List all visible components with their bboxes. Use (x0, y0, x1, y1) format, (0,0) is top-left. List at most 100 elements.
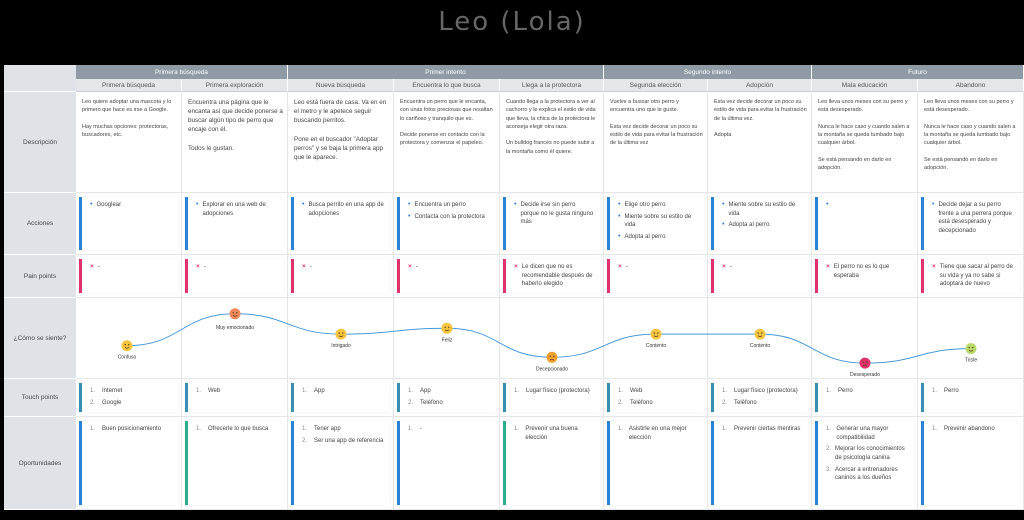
touchpoint-item: 2. Google (90, 399, 173, 408)
touchpoint-text: Google (102, 399, 122, 406)
grid-cell: 1. Generar una mayor compatibilidad 2. Mejo… (812, 417, 918, 510)
item-number: 3. (826, 466, 832, 473)
emoji-face-icon (229, 308, 241, 320)
pain-note: × - (185, 259, 284, 293)
close-icon: × (90, 263, 94, 270)
action-item: • Miente sobre su estilo de vida (618, 213, 699, 230)
grid-cell: × - (394, 255, 500, 298)
pain-item: × - (302, 263, 385, 272)
action-item: • Busca perrito en una app de adopciones (302, 201, 385, 218)
grid-cell: • Decide irse sin perro porque no le gust… (500, 193, 604, 255)
action-text: Encuentra un perro (414, 202, 466, 208)
opportunity-text: Tener app (314, 426, 341, 432)
emoji-face-icon (121, 340, 133, 352)
step-header: Encuentra lo que busca (394, 79, 500, 92)
opportunity-item: 1. Prevenir abandono (932, 425, 1015, 434)
pain-item: × Tiene que sacar al perro de su vida y y… (932, 263, 1015, 289)
opportunity-item: 3. Acercar a entrenadores caninos a los d… (826, 466, 909, 483)
touchpoint-note: 1. Web 2. Teléfono (607, 383, 704, 412)
bullet-icon: • (618, 212, 621, 220)
journey-map-board: Primera búsqueda Primer intento Segundo in… (4, 65, 1024, 510)
description-text: Encuentra una página que le encanta así … (188, 99, 283, 152)
row-label: ¿Cómo se siente? (4, 298, 76, 379)
bullet-icon: • (196, 201, 199, 208)
touchpoint-item: 2. Teléfono (408, 399, 491, 408)
emoji-face-icon (965, 343, 977, 355)
touchpoint-item: 2. Teléfono (618, 399, 699, 408)
pain-item: × - (618, 263, 699, 272)
touchpoint-note: 1. Web (185, 383, 284, 412)
item-number: 1. (90, 426, 96, 432)
opportunity-note: 1. Prevenir una buena elección (503, 421, 600, 505)
close-icon: × (514, 263, 518, 270)
grid-cell: × - (708, 255, 812, 298)
grid-cell: 1. Lugar físico (protectora) (500, 379, 604, 417)
emoji-eye (968, 346, 970, 349)
touchpoint-text: Perro (838, 388, 853, 394)
pain-text: - (415, 264, 418, 270)
grid-cell: 1. Asistirle en una mejor elección (604, 417, 708, 510)
touchpoint-text: Web (630, 388, 643, 394)
item-number: 1. (826, 388, 832, 394)
touchpoint-text: Web (208, 388, 221, 394)
feeling-label: Contento (646, 343, 667, 349)
touchpoint-text: Lugar físico (protectora) (526, 388, 590, 394)
action-item: • Adopta al perro (722, 221, 803, 230)
row-label: Acciones (4, 193, 76, 255)
grid-cell: Leo lleva unos meses con su perro y está… (918, 92, 1024, 193)
item-number: 1. (302, 388, 308, 394)
grid-cell: 1. Perro (918, 379, 1024, 417)
opportunity-item: 1. Asistirle en una mejor elección (618, 425, 699, 442)
feeling-label: Muy emocionado (216, 325, 254, 331)
pain-text: Le dicen que no es recomendable después … (521, 264, 593, 288)
opportunity-note: 1. Asistirle en una mejor elección (607, 421, 704, 505)
action-text: Adopta al perro (728, 222, 770, 229)
page-title: Leo (Lola) (438, 7, 586, 37)
grid-cell: × El perro no es lo que esperaba (812, 255, 918, 298)
touchpoint-item: 1. Internet (90, 387, 173, 396)
row-label: Pain points (4, 255, 76, 298)
action-text: Decide dejar a su perro frente a una per… (938, 202, 1012, 235)
emoji-face-icon (335, 328, 347, 340)
step-header: Llega a la protectora (500, 79, 604, 92)
grid-cell: 1. Prevenir ciertas mentiras (708, 417, 812, 510)
emoji-eye (236, 312, 238, 314)
opportunity-note: 1. Tener app 2. Ser una app de referencia (291, 421, 390, 505)
emotion-point: Intrigado (331, 328, 351, 349)
pain-note: × - (397, 259, 496, 293)
bullet-icon: • (408, 201, 411, 208)
touchpoint-note: 1. Perro (921, 383, 1020, 412)
opportunity-text: Prevenir ciertas mentiras (734, 426, 801, 432)
grid-cell: • (812, 193, 918, 255)
feeling-label: Feliz (442, 337, 453, 343)
touchpoint-item: 1. Web (196, 387, 279, 396)
opportunity-text: Ofrecerle lo que busca (208, 426, 269, 432)
bullet-icon: • (932, 201, 935, 208)
description-text: Vuelve a buscar otro perro y encuentra u… (610, 99, 703, 147)
feeling-label: Intrigado (331, 343, 351, 349)
touchpoint-text: Lugar físico (protectora) (734, 388, 798, 394)
opportunity-text: Mejorar los conocimientos de psicología … (835, 446, 905, 462)
pain-text: - (97, 264, 100, 270)
action-item: • Explorar en una web de adopciones (196, 201, 279, 218)
step-header: Adopción (708, 79, 812, 92)
touchpoint-item: 1. Web (618, 387, 699, 396)
action-item: • Decide irse sin perro porque no le gust… (514, 201, 595, 227)
touchpoint-note: 1. Internet 2. Google (79, 383, 178, 412)
feeling-label: Decepcionado (536, 366, 568, 372)
item-number: 2. (618, 399, 624, 406)
grid-cell: • Encuentra un perro • Contacta con la prot… (394, 193, 500, 255)
touchpoint-note: 1. Lugar físico (protectora) 2. Teléfono (711, 383, 808, 412)
phase-header: Primer intento (288, 65, 604, 79)
opportunity-item: 1. - (408, 425, 491, 434)
grid-cell: Encuentra una página que le encanta así … (182, 92, 288, 193)
close-icon: × (932, 263, 936, 270)
opportunity-item: 2. Ser una app de referencia (302, 437, 385, 446)
emoji-face-icon (441, 322, 453, 334)
opportunity-text: Prevenir abandono (944, 426, 995, 432)
item-number: 1. (302, 426, 308, 432)
grid-cell: Leo quiere adoptar una mascota y lo prim… (76, 92, 182, 193)
action-note: • Explorar en una web de adopciones (185, 197, 284, 250)
action-text: Explorar en una web de adopciones (202, 202, 266, 217)
emoji-eye (232, 312, 234, 314)
